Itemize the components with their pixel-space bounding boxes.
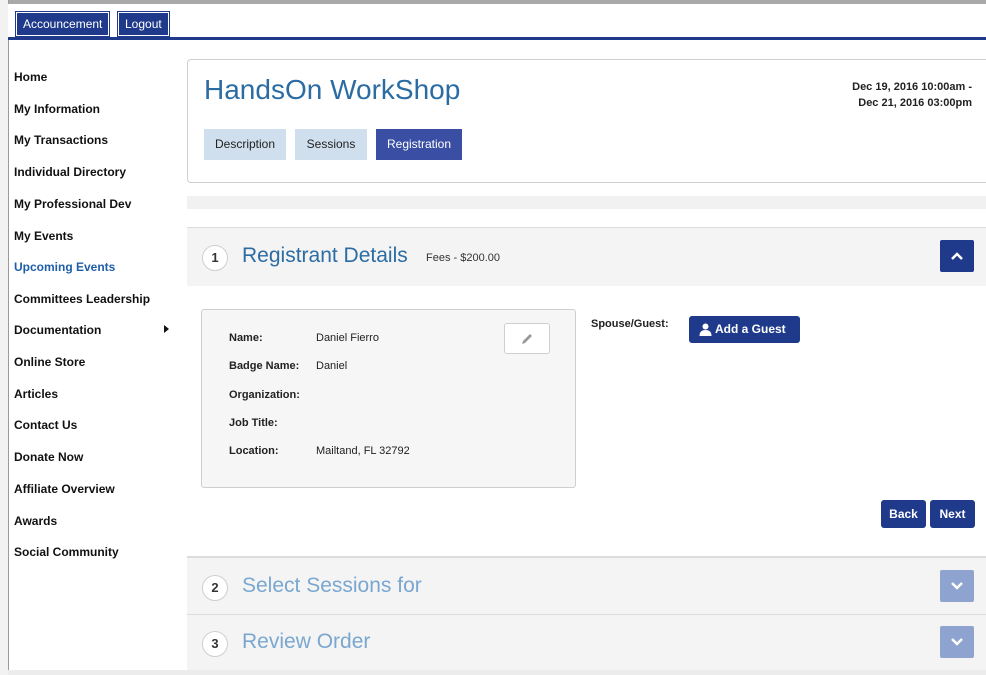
event-date-start: Dec 19, 2016 10:00am - xyxy=(852,81,972,93)
sidebar-item-my-information[interactable]: My Information xyxy=(14,102,100,116)
spouse-guest-label: Spouse/Guest: xyxy=(591,318,669,330)
chevron-down-icon xyxy=(951,582,963,590)
step-3-number: 3 xyxy=(202,631,228,657)
name-label: Name: xyxy=(229,332,263,344)
sidebar-item-my-professional-dev[interactable]: My Professional Dev xyxy=(14,197,131,211)
event-date-end: Dec 21, 2016 03:00pm xyxy=(858,97,972,109)
account-tab[interactable]: Accouncement xyxy=(14,11,111,37)
window-bottom-border xyxy=(8,670,986,675)
step-2-number: 2 xyxy=(202,575,228,601)
sidebar-item-documentation[interactable]: Documentation xyxy=(14,323,101,337)
sidebar-item-upcoming-events[interactable]: Upcoming Events xyxy=(14,260,115,274)
sidebar-item-my-transactions[interactable]: My Transactions xyxy=(14,133,108,147)
back-button[interactable]: Back xyxy=(881,500,926,528)
chevron-down-icon xyxy=(951,638,963,646)
sidebar-item-home[interactable]: Home xyxy=(14,70,47,84)
tab-description[interactable]: Description xyxy=(204,129,286,160)
location-label: Location: xyxy=(229,445,279,457)
sidebar-item-awards[interactable]: Awards xyxy=(14,514,57,528)
collapse-step-1-button[interactable] xyxy=(940,240,974,272)
sidebar-item-committees-leadership[interactable]: Committees Leadership xyxy=(14,292,150,306)
next-button[interactable]: Next xyxy=(930,500,975,528)
sidebar-item-articles[interactable]: Articles xyxy=(14,387,58,401)
event-dates: Dec 19, 2016 10:00am - Dec 21, 2016 03:0… xyxy=(852,79,972,111)
step-3-title[interactable]: Review Order xyxy=(242,630,370,654)
window-left-border xyxy=(0,0,9,675)
step-1-number: 1 xyxy=(202,245,228,271)
logout-tab[interactable]: Logout xyxy=(117,11,170,37)
caret-right-icon xyxy=(164,325,169,333)
user-icon xyxy=(699,323,712,336)
add-guest-button[interactable]: Add a Guest xyxy=(689,316,800,343)
expand-step-3-button[interactable] xyxy=(940,626,974,658)
name-value: Daniel Fierro xyxy=(316,332,379,344)
tab-sessions[interactable]: Sessions xyxy=(295,129,367,160)
tab-registration[interactable]: Registration xyxy=(376,129,462,160)
sidebar-item-my-events[interactable]: My Events xyxy=(14,229,73,243)
edit-registrant-button[interactable] xyxy=(504,323,550,354)
badge-name-value: Daniel xyxy=(316,360,348,372)
sidebar-item-donate-now[interactable]: Donate Now xyxy=(14,450,83,464)
top-divider xyxy=(8,37,986,40)
sidebar-item-individual-directory[interactable]: Individual Directory xyxy=(14,165,126,179)
step-1-fees: Fees - $200.00 xyxy=(426,252,500,264)
add-guest-label: Add a Guest xyxy=(715,322,786,336)
step-2-title[interactable]: Select Sessions for xyxy=(242,574,422,598)
sidebar-item-contact-us[interactable]: Contact Us xyxy=(14,418,77,432)
expand-step-2-button[interactable] xyxy=(940,570,974,602)
pencil-icon xyxy=(522,334,532,344)
event-title: HandsOn WorkShop xyxy=(204,74,461,105)
step-1-title[interactable]: Registrant Details xyxy=(242,244,408,268)
sidebar-item-social-community[interactable]: Social Community xyxy=(14,545,119,559)
divider-strip xyxy=(187,196,986,209)
location-value: Mailtand, FL 32792 xyxy=(316,445,410,457)
job-title-label: Job Title: xyxy=(229,417,278,429)
sidebar-item-online-store[interactable]: Online Store xyxy=(14,355,85,369)
organization-label: Organization: xyxy=(229,389,300,401)
badge-name-label: Badge Name: xyxy=(229,360,300,372)
chevron-up-icon xyxy=(951,252,963,260)
sidebar-item-affiliate-overview[interactable]: Affiliate Overview xyxy=(14,482,115,496)
